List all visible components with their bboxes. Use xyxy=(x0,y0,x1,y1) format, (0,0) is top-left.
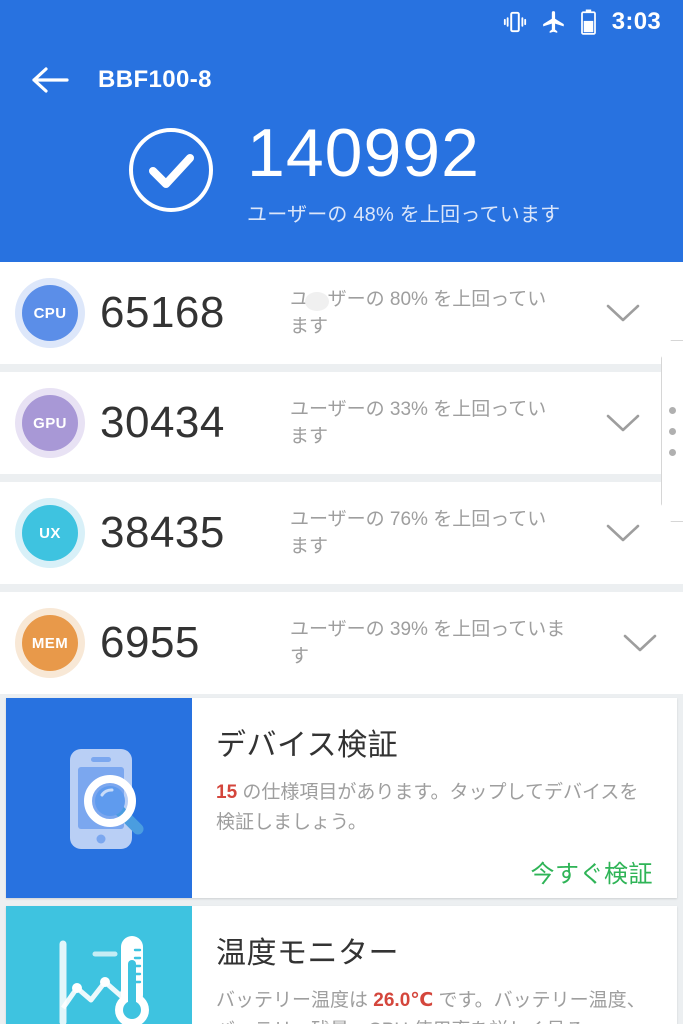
gpu-badge: GPU xyxy=(22,395,78,451)
thermometer-chart-icon xyxy=(6,906,192,1024)
promo-card-list: デバイス検証 15 の仕様項目があります。タップしてデバイスを検証しましょう。 … xyxy=(0,698,683,1024)
edge-handle-dot-2 xyxy=(669,428,676,435)
check-circle-icon xyxy=(127,126,215,214)
mem-description: ユーザーの 39% を上回っています xyxy=(290,619,566,667)
phone-magnifier-icon xyxy=(6,698,192,898)
gpu-badge-label: GPU xyxy=(33,414,67,432)
ux-badge-label: UX xyxy=(39,524,61,542)
overall-score-block: 140992 ユーザーの 48% を上回っています xyxy=(0,118,683,227)
device-verification-text-rest: の仕様項目があります。タップしてデバイスを検証しましょう。 xyxy=(216,782,639,833)
metric-row-cpu[interactable]: CPU 65168 ユーザーの 80% を上回っています xyxy=(0,262,683,364)
temperature-monitor-text: バッテリー温度は 26.0℃ です。バッテリー温度、バッテリー残量、CPU 使用… xyxy=(216,986,653,1024)
metric-row-gpu[interactable]: GPU 30434 ユーザーの 33% を上回っています xyxy=(0,372,683,474)
verify-now-button[interactable]: 今すぐ検証 xyxy=(216,854,653,889)
metric-row-ux[interactable]: UX 38435 ユーザーの 76% を上回っています xyxy=(0,482,683,584)
gpu-description: ユーザーの 33% を上回っています xyxy=(290,399,547,447)
mem-score: 6955 xyxy=(100,618,200,667)
cpu-description: ユーザーの 80% を上回っています xyxy=(290,289,547,337)
page-title: BBF100-8 xyxy=(98,66,212,93)
gpu-expand-button[interactable] xyxy=(580,412,666,434)
metric-list: CPU 65168 ユーザーの 80% を上回っています GPU 30434 ユ… xyxy=(0,262,683,702)
mem-expand-button[interactable] xyxy=(597,632,683,654)
cpu-expand-button[interactable] xyxy=(580,302,666,324)
edge-handle-dot-3 xyxy=(669,449,676,456)
temperature-monitor-card[interactable]: 温度モニター バッテリー温度は 26.0℃ です。バッテリー温度、バッテリー残量… xyxy=(6,906,677,1024)
ux-description: ユーザーの 76% を上回っています xyxy=(290,509,547,557)
mem-badge-label: MEM xyxy=(31,634,69,652)
temperature-monitor-title: 温度モニター xyxy=(216,937,399,970)
edge-handle-dot-1 xyxy=(669,407,676,414)
total-score-subtitle: ユーザーの 48% を上回っています xyxy=(247,204,561,226)
device-verification-text: 15 の仕様項目があります。タップしてデバイスを検証しましょう。 xyxy=(216,778,653,838)
overall-score-texts: 140992 ユーザーの 48% を上回っています xyxy=(247,118,560,227)
vibrate-icon xyxy=(502,9,528,35)
cpu-badge: CPU xyxy=(22,285,78,341)
ux-score: 38435 xyxy=(100,508,225,557)
touch-indicator-blob xyxy=(305,292,329,311)
cpu-score: 65168 xyxy=(100,288,225,337)
back-arrow-icon[interactable] xyxy=(30,63,70,97)
ux-expand-button[interactable] xyxy=(580,522,666,544)
cpu-badge-label: CPU xyxy=(33,304,67,322)
airplane-mode-icon xyxy=(541,9,567,35)
floating-edge-handle[interactable] xyxy=(661,340,683,522)
status-bar-time: 3:03 xyxy=(611,8,661,35)
device-verification-body: デバイス検証 15 の仕様項目があります。タップしてデバイスを検証しましょう。 … xyxy=(192,698,677,898)
battery-icon xyxy=(580,9,597,35)
device-verification-title: デバイス検証 xyxy=(216,729,399,762)
temperature-monitor-body: 温度モニター バッテリー温度は 26.0℃ です。バッテリー温度、バッテリー残量… xyxy=(192,906,677,1024)
status-bar: 3:03 xyxy=(0,0,683,44)
gpu-score: 30434 xyxy=(100,398,225,447)
device-verification-card[interactable]: デバイス検証 15 の仕様項目があります。タップしてデバイスを検証しましょう。 … xyxy=(6,698,677,898)
ux-badge-wrap: UX xyxy=(0,505,100,561)
ux-badge: UX xyxy=(22,505,78,561)
result-header: 3:03 BBF100-8 140992 ユーザーの 48% を上回っています xyxy=(0,0,683,262)
battery-temperature-value: 26.0℃ xyxy=(373,990,434,1011)
cpu-badge-wrap: CPU xyxy=(0,285,100,341)
spec-item-count: 15 xyxy=(216,782,238,803)
battery-temp-prefix: バッテリー温度は xyxy=(216,990,374,1011)
mem-badge: MEM xyxy=(22,615,78,671)
mem-badge-wrap: MEM xyxy=(0,615,100,671)
gpu-badge-wrap: GPU xyxy=(0,395,100,451)
app-bar: BBF100-8 xyxy=(0,48,683,112)
total-score: 140992 xyxy=(247,115,480,191)
metric-row-mem[interactable]: MEM 6955 ユーザーの 39% を上回っています xyxy=(0,592,683,694)
antutu-result-screen: 3:03 BBF100-8 140992 ユーザーの 48% を上回っています xyxy=(0,0,683,1024)
